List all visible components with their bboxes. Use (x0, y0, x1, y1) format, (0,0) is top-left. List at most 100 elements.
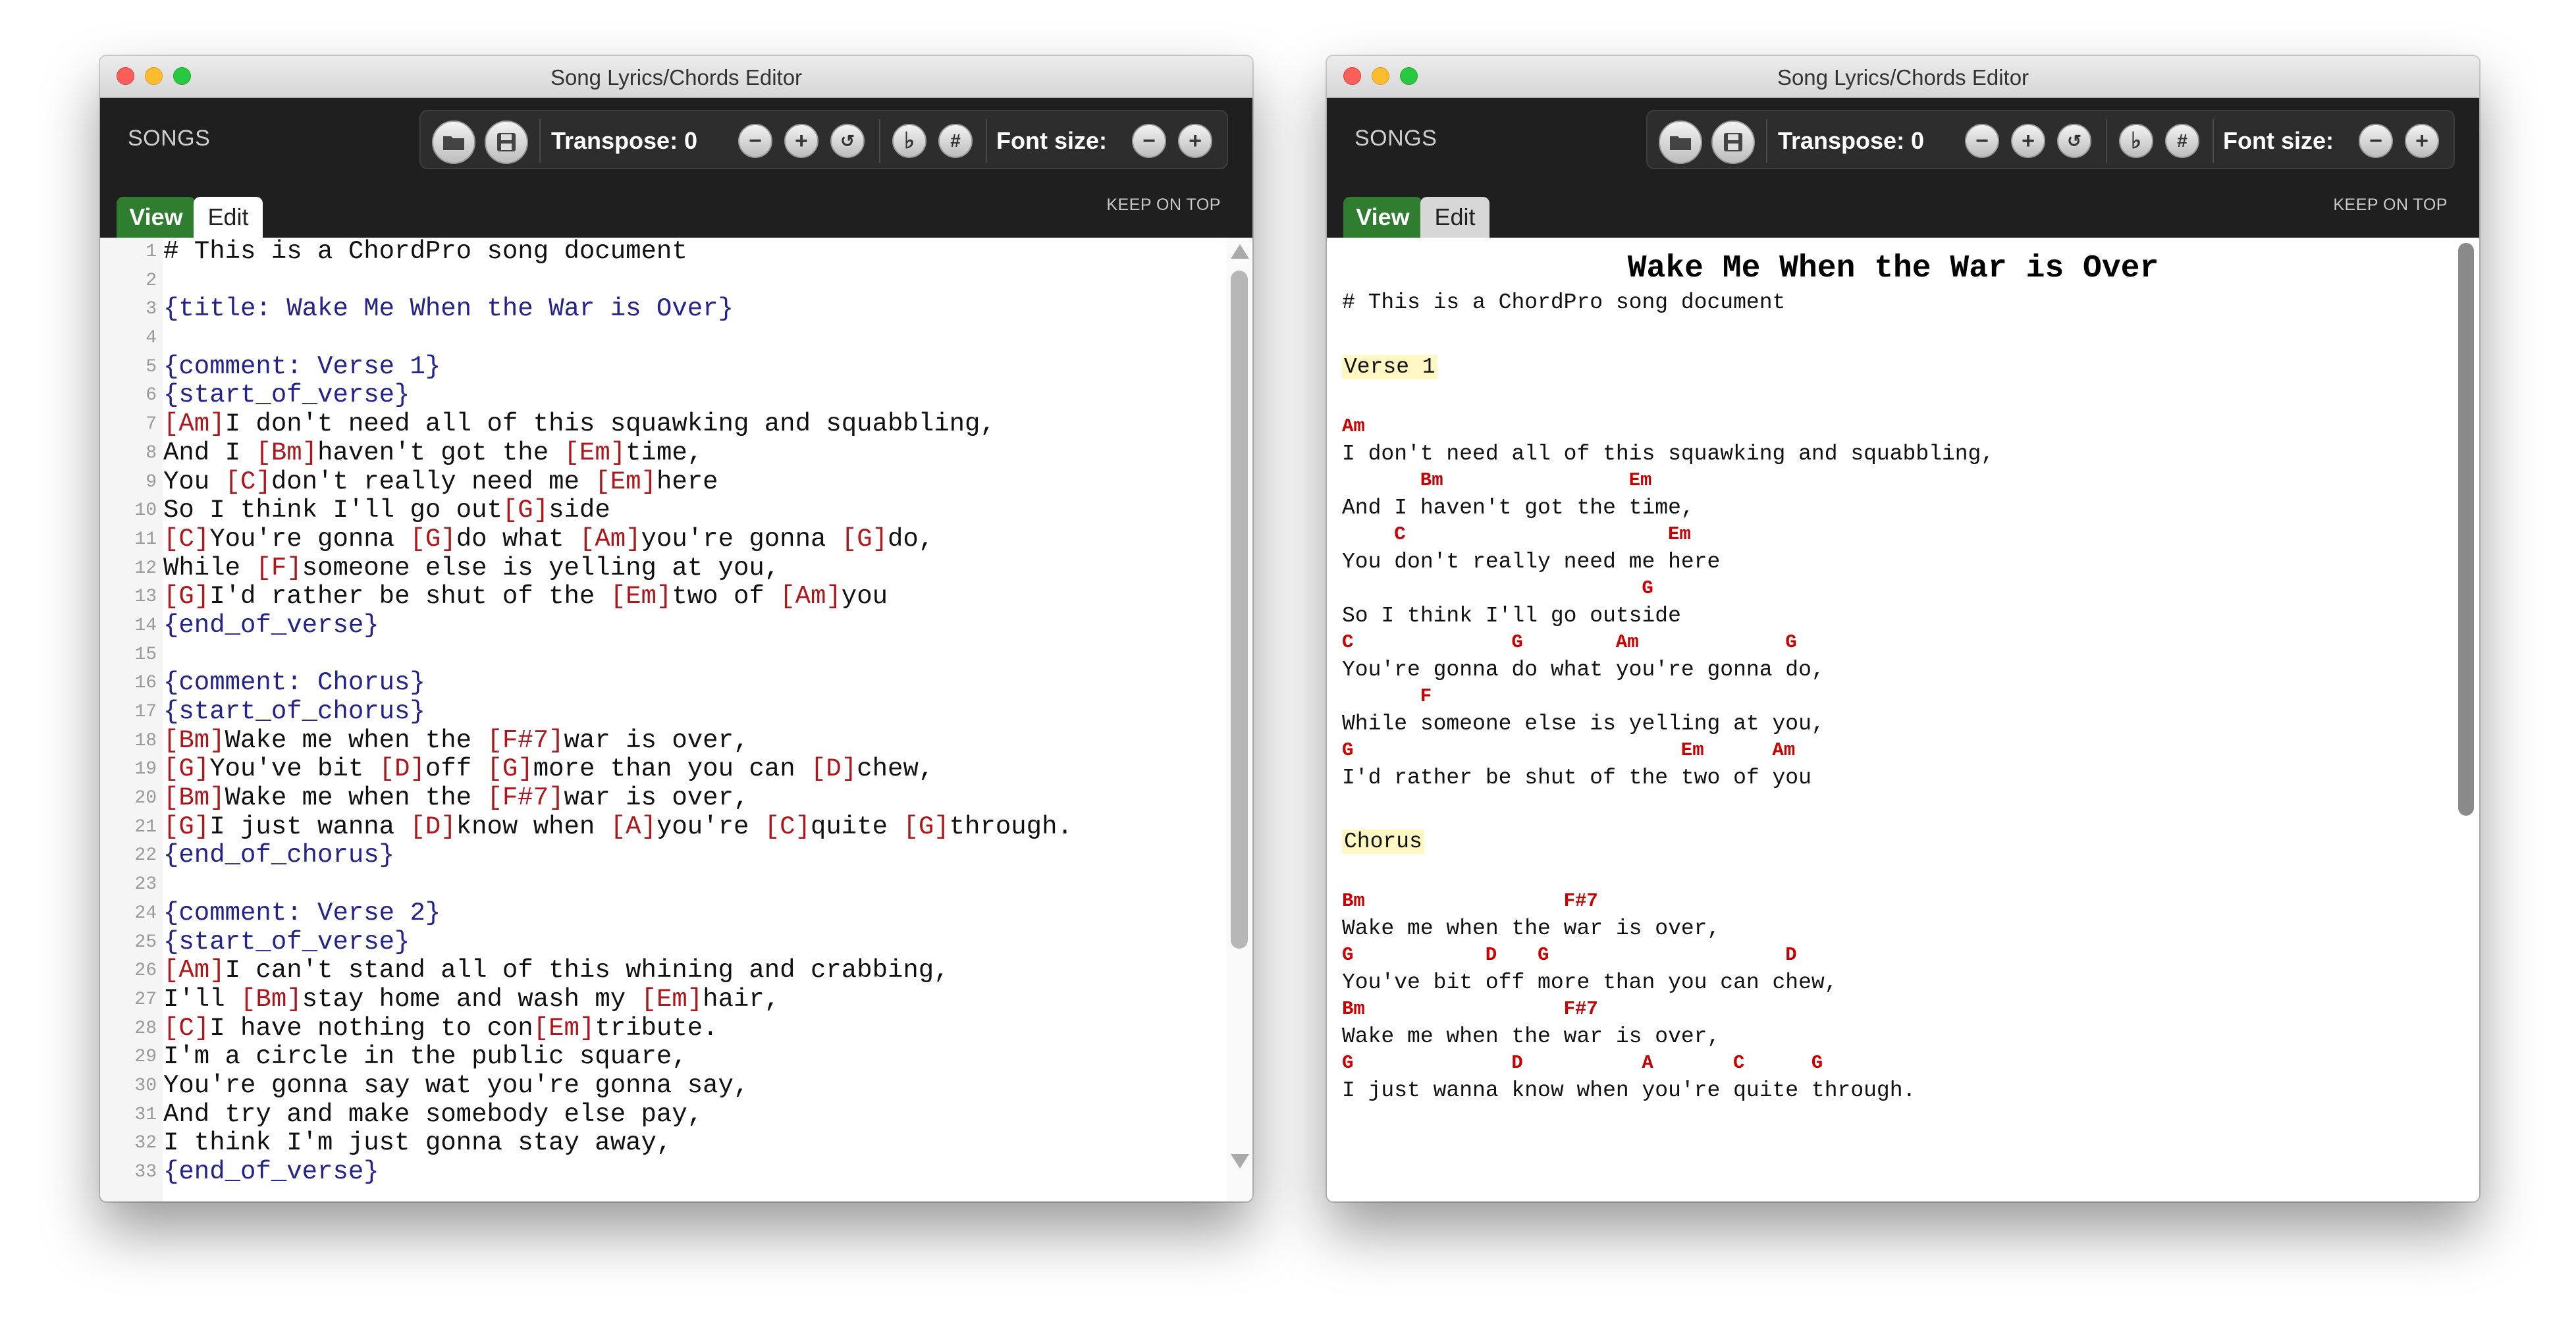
chord-label: D (1785, 944, 1797, 966)
editor-window: Song Lyrics/Chords Editor SONGS Transpos… (100, 56, 1252, 1201)
chord-label: Bm (1420, 469, 1443, 491)
vertical-scrollbar[interactable] (2456, 238, 2476, 1201)
chord-token: [Am] (163, 409, 225, 439)
line-text: I'm a circle in the public square, (163, 1042, 687, 1072)
editor-line: 26 [Am]I can't stand all of this whining … (100, 956, 1226, 986)
chord-token: [C] (163, 524, 210, 554)
lyric-line: So I think I'll go outside (1342, 604, 1681, 628)
chord-token: [C] (764, 812, 811, 841)
font-size-label: Font size: (2223, 127, 2334, 154)
toolbar-separator (1766, 119, 1767, 163)
keep-on-top-toggle[interactable]: KEEP ON TOP (1106, 196, 1221, 215)
editor-line: 31 And try and make somebody else pay, (100, 1099, 1226, 1130)
tab-edit[interactable]: Edit (194, 197, 263, 238)
chord-label: Am (1342, 415, 1365, 437)
toolbar-separator (879, 119, 880, 163)
editor-line: 16 {comment: Chorus} (100, 669, 1226, 698)
chord-label: A (1642, 1052, 1653, 1074)
scroll-down-arrow[interactable] (1231, 1154, 1249, 1169)
transpose-down-button[interactable]: − (1965, 124, 1999, 158)
chord-token: [G] (410, 524, 456, 554)
line-text: {comment: Chorus} (163, 668, 425, 698)
line-text: [G]I just wanna [D]know when [A]you're [… (163, 812, 1073, 841)
chord-token: [G] (163, 582, 210, 612)
editor-line: 7 [Am]I don't need all of this squawking … (100, 409, 1226, 439)
save-button[interactable] (1711, 120, 1755, 164)
transpose-up-button[interactable]: + (2011, 124, 2045, 158)
lyric-line: I'd rather be shut of the two of you (1342, 766, 1811, 790)
chord-label: G (1642, 577, 1653, 599)
tab-edit[interactable]: Edit (1420, 197, 1489, 238)
open-button[interactable] (432, 120, 475, 164)
editor-line: 6 {start_of_verse} (100, 381, 1226, 410)
chord-label: G (1342, 1052, 1354, 1074)
line-text: And try and make somebody else pay, (163, 1099, 703, 1129)
save-button[interactable] (485, 120, 528, 164)
editor-line: 17 {start_of_chorus} (100, 697, 1226, 727)
section-comment: Verse 1 (1342, 355, 1437, 379)
sharp-button[interactable]: # (2165, 124, 2199, 158)
editor-line: 21 [G]I just wanna [D]know when [A]you're… (100, 812, 1226, 842)
plus-circle-icon: + (1189, 128, 1202, 153)
chord-token: [Am] (163, 956, 225, 986)
songs-label[interactable]: SONGS (128, 126, 210, 151)
editor-line: 23 (100, 870, 1226, 899)
line-text: {end_of_chorus} (163, 841, 395, 870)
line-number: 10 (134, 500, 157, 521)
transpose-reset-button[interactable]: ↺ (830, 124, 865, 158)
font-larger-button[interactable]: + (1178, 124, 1212, 158)
line-number: 9 (146, 471, 157, 492)
font-smaller-button[interactable]: − (2359, 124, 2393, 158)
chord-token: [Am] (579, 524, 641, 554)
chord-label: D (1511, 1052, 1523, 1074)
editor-line: 11 [C]You're gonna [G]do what [Am]you're … (100, 525, 1226, 554)
songs-label[interactable]: SONGS (1355, 126, 1437, 151)
sharp-button[interactable]: # (938, 124, 973, 158)
flat-button[interactable]: ♭ (892, 124, 926, 158)
flat-button[interactable]: ♭ (2119, 124, 2153, 158)
title-bar[interactable]: Song Lyrics/Chords Editor (1327, 56, 2479, 98)
transpose-up-button[interactable]: + (784, 124, 818, 158)
font-larger-button[interactable]: + (2405, 124, 2439, 158)
vertical-scrollbar[interactable] (1226, 238, 1252, 1201)
keep-on-top-toggle[interactable]: KEEP ON TOP (2333, 196, 2448, 215)
chord-token: [G] (841, 524, 888, 554)
song-preview[interactable]: Wake Me When the War is Over # This is a… (1327, 238, 2479, 1201)
line-text: {comment: Verse 1} (163, 352, 441, 381)
editor-text-area[interactable]: 1 # This is a ChordPro song document 2 3 {ti… (100, 238, 1226, 1201)
editor-line: 13 [G]I'd rather be shut of the [Em]two o… (100, 582, 1226, 612)
title-bar[interactable]: Song Lyrics/Chords Editor (100, 56, 1252, 98)
source-editor[interactable]: 1 # This is a ChordPro song document 2 3 {ti… (100, 238, 1252, 1201)
transpose-label: Transpose: 0 (551, 127, 698, 154)
section-comment: Chorus (1342, 830, 1424, 854)
minus-circle-icon: − (1142, 128, 1156, 153)
open-button[interactable] (1659, 120, 1702, 164)
tab-view[interactable]: View (1343, 197, 1422, 238)
editor-line: 24 {comment: Verse 2} (100, 899, 1226, 928)
line-number: 30 (134, 1075, 157, 1096)
preview-window: Song Lyrics/Chords Editor SONGS Transpos… (1327, 56, 2479, 1201)
scroll-up-arrow[interactable] (1231, 244, 1249, 259)
line-number: 24 (134, 903, 157, 924)
transpose-reset-button[interactable]: ↺ (2057, 124, 2091, 158)
line-number: 7 (146, 414, 157, 435)
tab-view[interactable]: View (117, 197, 196, 238)
font-smaller-button[interactable]: − (1132, 124, 1166, 158)
line-number: 3 (146, 299, 157, 320)
chord-token: [C] (225, 467, 271, 496)
scrollbar-thumb[interactable] (1231, 271, 1248, 949)
chord-token: [Bm] (163, 725, 225, 755)
chord-token: [Bm] (163, 783, 225, 813)
line-number: 21 (134, 816, 157, 837)
line-text: I think I'm just gonna stay away, (163, 1128, 672, 1158)
chord-token: [A] (610, 812, 657, 841)
lyric-line: I don't need all of this squawking and s… (1342, 442, 1995, 466)
toolbar-separator (986, 119, 987, 163)
chord-label: G (1785, 631, 1797, 653)
line-text: [C]You're gonna [G]do what [Am]you're go… (163, 524, 934, 554)
line-number: 19 (134, 759, 157, 780)
transpose-down-button[interactable]: − (738, 124, 772, 158)
reset-icon: ↺ (840, 131, 855, 151)
lyric-line: And I haven't got the time, (1342, 496, 1694, 520)
scrollbar-thumb[interactable] (2458, 243, 2474, 816)
